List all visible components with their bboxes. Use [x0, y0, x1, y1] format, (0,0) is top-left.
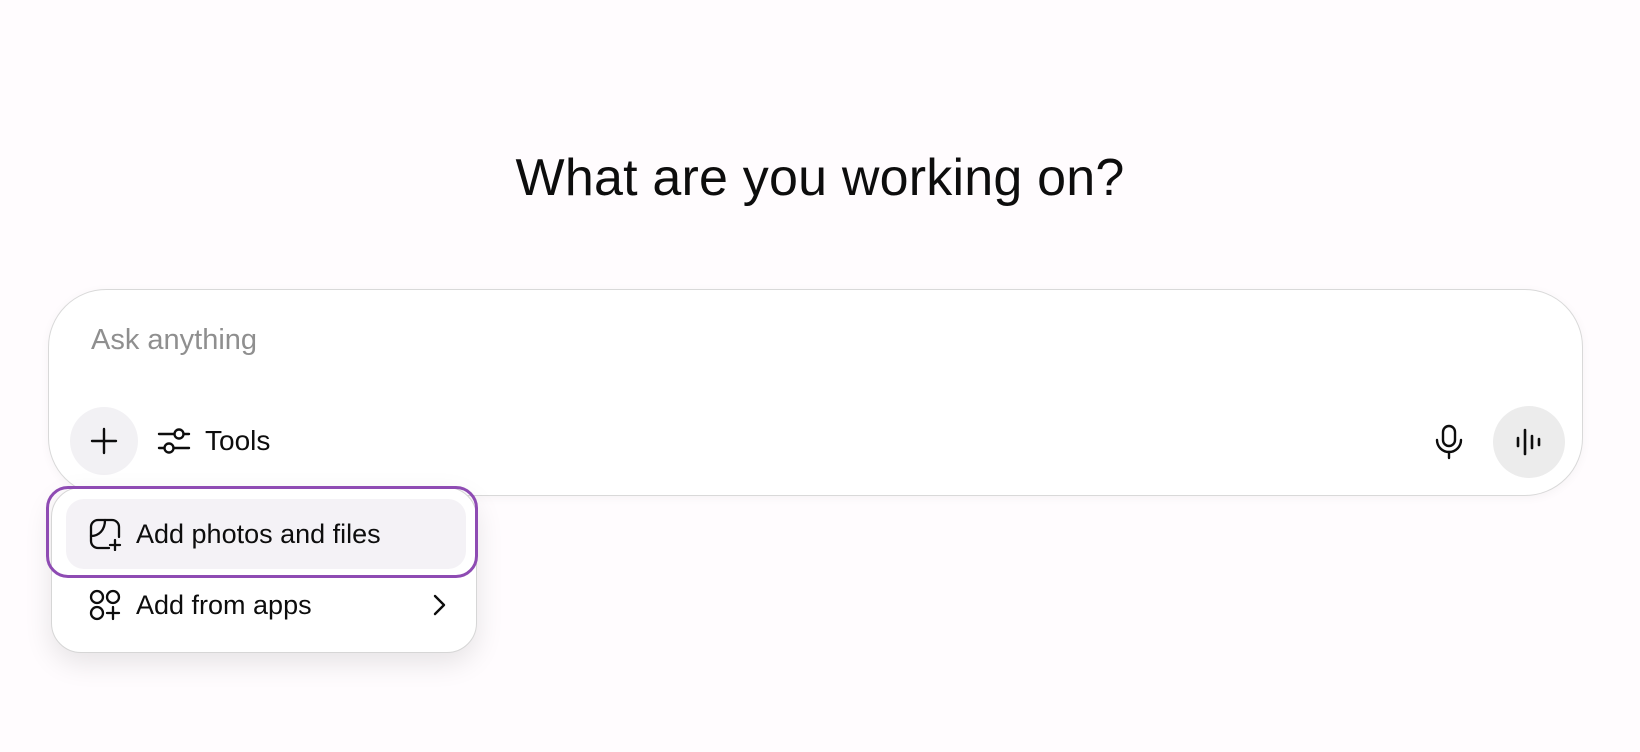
menu-item-add-from-apps[interactable]: Add from apps: [66, 570, 466, 640]
composer: Tools: [48, 289, 1583, 496]
page-headline: What are you working on?: [515, 149, 1125, 207]
file-add-icon: [88, 517, 122, 551]
voice-waveform-icon: [1516, 428, 1541, 456]
add-attachment-button[interactable]: [70, 407, 138, 475]
plus-icon: [90, 427, 118, 455]
voice-mode-button[interactable]: [1493, 406, 1565, 478]
tools-button[interactable]: Tools: [157, 416, 270, 466]
microphone-icon: [1435, 424, 1463, 460]
attach-menu: Add photos and files Add from apps: [51, 487, 477, 653]
prompt-input[interactable]: [91, 320, 1491, 360]
chevron-right-icon: [433, 594, 446, 616]
menu-item-add-photos-and-files[interactable]: Add photos and files: [66, 499, 466, 569]
page: What are you working on? Tools: [0, 0, 1640, 752]
dictate-button[interactable]: [1421, 414, 1477, 470]
menu-item-label: Add from apps: [136, 589, 312, 620]
apps-add-icon: [88, 588, 122, 622]
sliders-icon: [157, 428, 191, 454]
menu-item-label: Add photos and files: [136, 518, 381, 549]
tools-label: Tools: [205, 425, 271, 456]
